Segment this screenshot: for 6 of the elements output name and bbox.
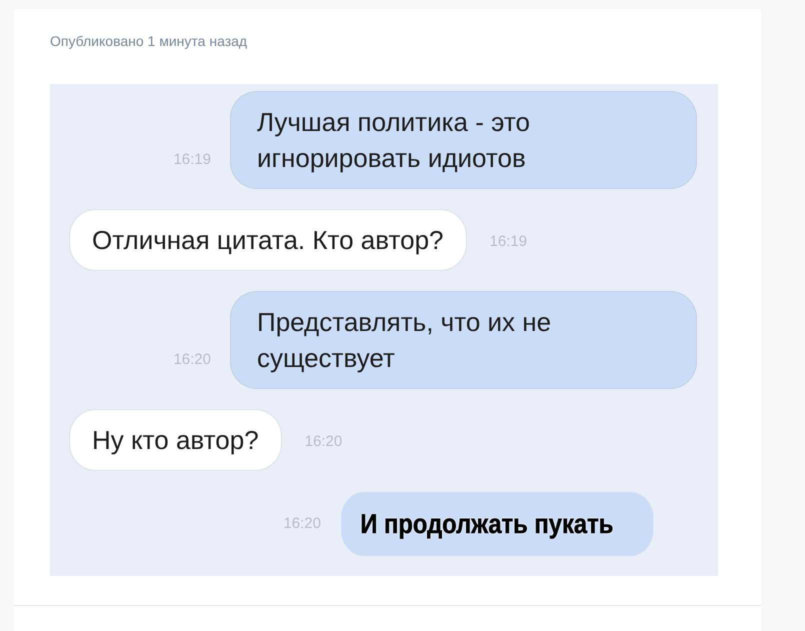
received-message-bubble: Ну кто автор?: [70, 410, 281, 470]
sent-message-bubble: И продолжать пукать: [341, 492, 654, 556]
sent-message-bubble: Представлять, что их не существует: [231, 292, 696, 388]
publish-time: Опубликовано 1 минута назад: [50, 32, 248, 51]
received-message-bubble: Отличная цитата. Кто автор?: [70, 210, 466, 270]
sent-message-bubble: Лучшая политика - это игнорировать идиотов: [231, 92, 696, 188]
